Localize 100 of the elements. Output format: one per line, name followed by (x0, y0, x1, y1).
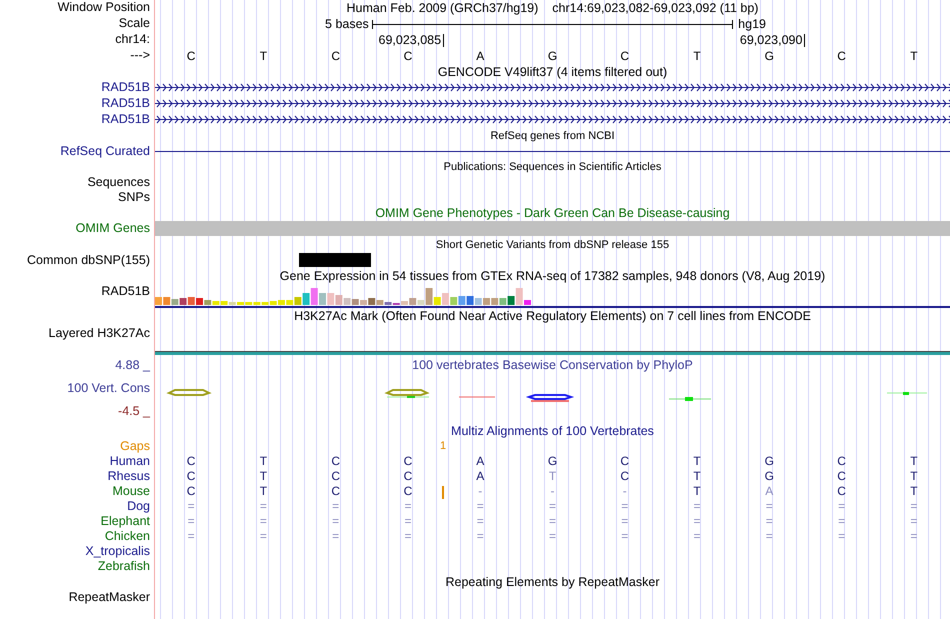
track-label[interactable]: RAD51B (101, 96, 150, 111)
track-label[interactable]: Zebrafish (98, 559, 150, 574)
track-title: Gene Expression in 54 tissues from GTEx RNA-seq of 17382 samples, 948 donors (V8, Aug 2019) (280, 269, 826, 283)
aligned-base: T (692, 484, 702, 499)
row-label: Window Position (58, 0, 150, 15)
aligned-base: = (403, 499, 412, 514)
aligned-base: = (692, 514, 702, 529)
aligned-base: C (330, 454, 341, 469)
aligned-base: = (476, 514, 485, 529)
aligned-base: = (403, 514, 412, 529)
aligned-base: G (546, 454, 558, 469)
assembly-title: Human Feb. 2009 (GRCh37/hg19) (346, 1, 538, 15)
aligned-base: G (764, 454, 775, 469)
aligned-base: - (477, 484, 484, 499)
track-label[interactable]: Chicken (104, 529, 150, 544)
aligned-base: = (476, 499, 485, 514)
aligned-base: T (692, 469, 702, 484)
base-letter: T (692, 48, 702, 64)
aligned-base: = (331, 529, 340, 544)
base-letter: C (330, 48, 341, 64)
aligned-base: = (620, 499, 630, 514)
track-label[interactable]: 100 Vert. Cons (67, 381, 150, 396)
axis-min-label: -4.5 _ (118, 404, 150, 419)
aligned-base: A (475, 454, 486, 469)
aligned-base: = (692, 499, 702, 514)
track-label[interactable]: RefSeq Curated (60, 144, 150, 159)
track-label[interactable]: OMIM Genes (76, 221, 150, 236)
aligned-base: - (622, 484, 628, 499)
strand-label: ---> (130, 48, 150, 63)
track-title: RefSeq genes from NCBI (490, 130, 615, 142)
track-label[interactable]: RAD51B (101, 112, 150, 127)
aligned-base: C (330, 469, 341, 484)
aligned-base: = (764, 499, 774, 514)
row-label: Scale (118, 16, 150, 31)
axis-max-label: 4.88 _ (115, 358, 150, 373)
aligned-base: T (692, 454, 702, 469)
track-label[interactable]: Sequences (87, 175, 150, 190)
base-letter: C (186, 48, 196, 64)
base-letter: C (836, 48, 847, 64)
aligned-base: = (548, 529, 557, 544)
track-title: GENCODE V49lift37 (4 items filtered out) (438, 65, 668, 79)
track-title: H3K27Ac Mark (Often Found Near Active Regulatory Elements) on 7 cell lines from ENCODE (294, 309, 811, 323)
aligned-base: T (909, 454, 919, 469)
track-title: Publications: Sequences in Scientific Articles (444, 161, 662, 173)
track-label[interactable]: Elephant (100, 514, 150, 529)
track-title: Short Genetic Variants from dbSNP release 155 (436, 239, 670, 251)
aligned-base: T (909, 469, 919, 484)
aligned-base: = (837, 514, 846, 529)
aligned-base: C (186, 484, 196, 499)
track-label[interactable]: Common dbSNP(155) (27, 253, 150, 268)
track-label[interactable]: Mouse (112, 484, 150, 499)
assembly-label: hg19 (737, 17, 767, 31)
track-label[interactable]: X_tropicalis (85, 544, 150, 559)
track-label[interactable]: SNPs (118, 190, 150, 205)
track-label[interactable]: Layered H3K27Ac (48, 326, 150, 341)
aligned-base: C (402, 469, 414, 484)
aligned-base: = (403, 529, 412, 544)
aligned-base: = (258, 514, 268, 529)
aligned-base: = (186, 529, 196, 544)
aligned-base: = (909, 499, 918, 514)
aligned-base: C (836, 454, 847, 469)
aligned-base: = (764, 514, 774, 529)
base-letter: C (402, 48, 414, 64)
track-label[interactable]: Rhesus (108, 469, 150, 484)
aligned-base: - (549, 484, 556, 499)
aligned-base: C (402, 484, 414, 499)
aligned-base: C (186, 469, 196, 484)
coordinate-tick: 69,023,085 (372, 34, 444, 47)
aligned-base: T (258, 454, 268, 469)
track-title: Repeating Elements by RepeatMasker (445, 575, 660, 589)
track-title: Multiz Alignments of 100 Vertebrates (451, 424, 654, 438)
aligned-base: C (619, 469, 630, 484)
aligned-base: T (258, 484, 268, 499)
aligned-base: T (548, 469, 558, 484)
aligned-base: C (186, 454, 196, 469)
aligned-base: = (620, 529, 630, 544)
base-letter: G (764, 48, 775, 64)
base-letter: T (258, 48, 268, 64)
aligned-base: C (330, 484, 341, 499)
aligned-base: T (909, 484, 919, 499)
track-label[interactable]: RAD51B (101, 80, 150, 95)
track-label[interactable]: RAD51B (101, 284, 150, 299)
track-label[interactable]: RepeatMasker (68, 590, 150, 605)
track-title: 100 vertebrates Basewise Conservation by PhyloP (412, 358, 693, 372)
base-letter: G (546, 48, 558, 64)
track-label[interactable]: Dog (127, 499, 150, 514)
aligned-base: = (331, 499, 340, 514)
aligned-base: = (837, 529, 846, 544)
aligned-base: = (692, 529, 702, 544)
aligned-base: = (548, 499, 557, 514)
aligned-base: = (764, 529, 774, 544)
track-label[interactable]: Human (110, 454, 150, 469)
base-letter: C (619, 48, 630, 64)
aligned-base: = (476, 529, 485, 544)
aligned-base: C (402, 454, 414, 469)
row-label: chr14: (115, 32, 150, 47)
base-letter: T (909, 48, 919, 64)
aligned-base: = (258, 529, 268, 544)
aligned-base: = (909, 529, 918, 544)
aligned-base: A (764, 484, 774, 499)
